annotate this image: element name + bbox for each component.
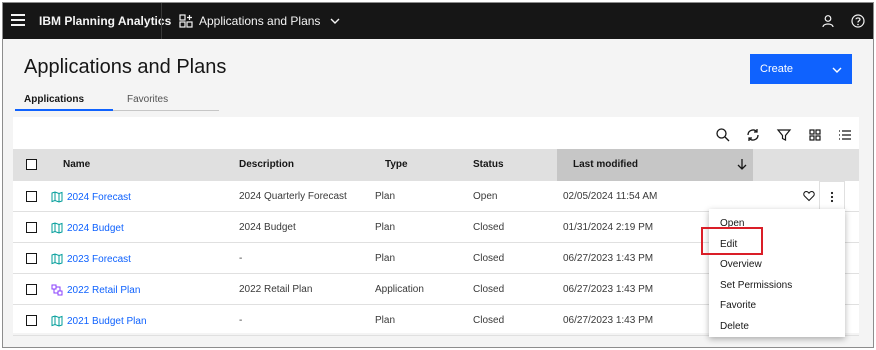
user-icon[interactable] — [821, 14, 835, 28]
apps-icon — [179, 14, 193, 28]
overflow-menu-icon — [830, 191, 834, 202]
menu-item-favorite[interactable]: Favorite — [709, 295, 845, 316]
refresh-icon[interactable] — [745, 127, 761, 143]
table-header: Name Description Type Status Last modifi… — [13, 149, 859, 181]
grid-view-icon[interactable] — [807, 127, 823, 143]
column-header-name[interactable]: Name — [63, 159, 90, 170]
row-name: 2023 Forecast — [67, 253, 131, 265]
plan-icon — [51, 222, 63, 234]
tab-list: Applications Favorites — [15, 91, 219, 111]
help-icon[interactable] — [851, 14, 865, 28]
app-switcher-label: Applications and Plans — [199, 14, 321, 28]
row-last-modified: 01/31/2024 2:19 PM — [563, 222, 654, 233]
row-status: Open — [473, 191, 498, 202]
chevron-down-icon — [832, 67, 842, 73]
menu-icon[interactable] — [11, 14, 25, 28]
tab-favorites[interactable]: Favorites — [127, 94, 168, 105]
tab-applications[interactable]: Applications — [24, 94, 84, 105]
row-last-modified: 02/05/2024 11:54 AM — [563, 191, 658, 202]
divider — [161, 3, 162, 39]
plan-icon — [51, 191, 63, 203]
overflow-menu-button[interactable] — [819, 181, 845, 212]
table-row[interactable]: 2024 Forecast 2024 Quarterly Forecast Pl… — [13, 181, 859, 212]
favorite-heart-icon[interactable] — [803, 190, 815, 202]
row-name-link[interactable]: 2024 Forecast — [51, 191, 131, 203]
active-tab-indicator — [15, 109, 113, 111]
application-icon — [51, 284, 63, 296]
row-description: 2022 Retail Plan — [239, 284, 313, 295]
sort-descending-icon[interactable] — [737, 158, 747, 170]
row-type: Plan — [375, 222, 396, 233]
row-name-link[interactable]: 2023 Forecast — [51, 253, 131, 265]
create-button-label: Create — [760, 63, 794, 75]
row-type: Plan — [375, 191, 396, 202]
app-window: IBM Planning Analytics Applications and … — [2, 2, 874, 348]
row-description: 2024 Budget — [239, 222, 296, 233]
row-name-link[interactable]: 2021 Budget Plan — [51, 315, 147, 327]
top-bar: IBM Planning Analytics Applications and … — [3, 3, 873, 39]
plan-icon — [51, 315, 63, 327]
row-status: Closed — [473, 284, 505, 295]
row-status: Closed — [473, 253, 505, 264]
row-checkbox[interactable] — [26, 222, 37, 233]
row-checkbox[interactable] — [26, 315, 37, 326]
menu-item-open[interactable]: Open — [709, 213, 845, 234]
row-last-modified: 06/27/2023 1:43 PM — [563, 315, 654, 326]
menu-item-edit[interactable]: Edit — [709, 234, 845, 255]
app-switcher[interactable]: Applications and Plans — [179, 12, 340, 30]
row-description: 2024 Quarterly Forecast — [239, 191, 347, 202]
row-status: Closed — [473, 315, 505, 326]
row-name: 2024 Budget — [67, 222, 124, 234]
row-name: 2024 Forecast — [67, 191, 131, 203]
row-name: 2022 Retail Plan — [67, 284, 141, 296]
column-header-last-modified[interactable]: Last modified — [573, 159, 638, 170]
row-checkbox[interactable] — [26, 191, 37, 202]
row-checkbox[interactable] — [26, 284, 37, 295]
menu-item-overview[interactable]: Overview — [709, 254, 845, 275]
row-status: Closed — [473, 222, 505, 233]
row-last-modified: 06/27/2023 1:43 PM — [563, 253, 654, 264]
row-type: Plan — [375, 315, 396, 326]
row-last-modified: 06/27/2023 1:43 PM — [563, 284, 654, 295]
row-type: Application — [375, 284, 424, 295]
select-all-checkbox[interactable] — [26, 159, 37, 170]
column-header-status[interactable]: Status — [473, 159, 504, 170]
row-name: 2021 Budget Plan — [67, 315, 147, 327]
create-button[interactable]: Create — [750, 54, 852, 84]
row-type: Plan — [375, 253, 396, 264]
menu-item-delete[interactable]: Delete — [709, 316, 845, 337]
menu-item-set-permissions[interactable]: Set Permissions — [709, 275, 845, 296]
brand-name: IBM Planning Analytics — [39, 14, 172, 28]
row-context-menu: Open Edit Overview Set Permissions Favor… — [709, 209, 845, 337]
filter-icon[interactable] — [776, 127, 792, 143]
chevron-down-icon — [330, 18, 340, 24]
row-description: - — [239, 315, 243, 326]
page-title: Applications and Plans — [24, 56, 227, 78]
row-description: - — [239, 253, 243, 264]
row-name-link[interactable]: 2024 Budget — [51, 222, 124, 234]
plan-icon — [51, 253, 63, 265]
row-name-link[interactable]: 2022 Retail Plan — [51, 284, 140, 296]
row-checkbox[interactable] — [26, 253, 37, 264]
column-header-type[interactable]: Type — [385, 159, 408, 170]
column-header-description[interactable]: Description — [239, 159, 294, 170]
list-view-icon[interactable] — [837, 127, 853, 143]
search-icon[interactable] — [715, 127, 731, 143]
